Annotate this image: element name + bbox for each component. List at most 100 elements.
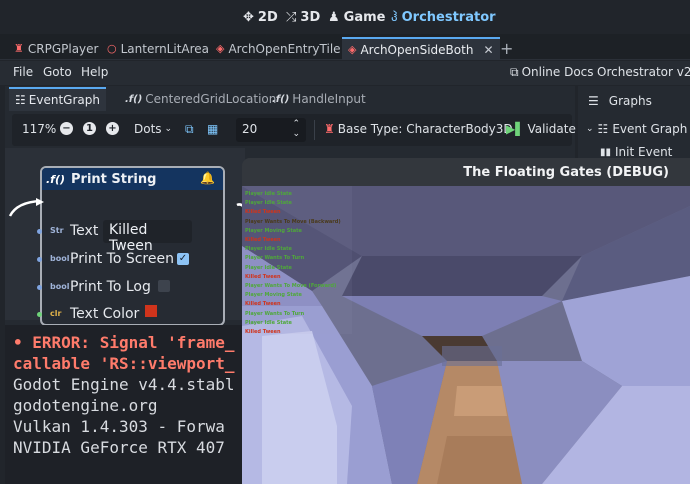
grid-toggle-icon[interactable]: ▦ [207, 122, 218, 136]
game-viewport[interactable] [242, 186, 690, 484]
floor-tile-light [454, 386, 507, 416]
menu-goto[interactable]: Goto [43, 65, 72, 79]
debug-line: Killed Tween [245, 273, 281, 280]
print-to-screen-checkbox[interactable]: ✓ [177, 253, 189, 265]
reset-icon: 1 [83, 122, 96, 135]
color-type-icon: clr [50, 309, 62, 318]
orchestrator-icon: ჰ [391, 9, 398, 25]
3d-icon: ⤮ [286, 9, 297, 25]
version-label: Orchestrator v2.2 [597, 65, 690, 79]
plus-icon: + [106, 122, 119, 135]
debug-line: Player Idle State [245, 200, 292, 207]
scene-tab-lanternlitarea[interactable]: ○ LanternLitArea [101, 37, 215, 60]
node-3d-icon: ○ [107, 42, 117, 55]
menu-file[interactable]: File [13, 65, 33, 79]
scene-tab-label: ArchOpenSideBoth [360, 42, 474, 57]
debug-line: Player Wants To Move (Forward) [245, 283, 337, 289]
bool-type-icon: bool [50, 254, 70, 263]
scene-tab-archopenentrytile[interactable]: ◈ ArchOpenEntryTile [210, 37, 347, 60]
print-to-screen-label: Print To Screen [70, 251, 174, 267]
workspace-2d-button[interactable]: ✥ 2D [243, 8, 278, 26]
online-docs-label: Online Docs [521, 65, 594, 79]
scene-tab-label: ArchOpenEntryTile [228, 41, 341, 56]
function-icon: .f() [46, 172, 66, 186]
exec-in-port[interactable] [34, 196, 46, 208]
snap-distance-spinbox[interactable]: 20 ⌃ ⌄ [236, 118, 306, 142]
add-tab-button[interactable]: + [494, 37, 519, 60]
debug-line: Player Idle State [245, 191, 292, 197]
workspace-label: 3D [300, 9, 321, 25]
base-type-label: Base Type: CharacterBody3D [337, 122, 513, 136]
text-color-port-dot[interactable] [37, 312, 42, 317]
menu-bar: File Goto Help ⧉ Online Docs Orchestrato… [0, 61, 690, 85]
2d-icon: ✥ [243, 9, 254, 25]
tree-item-label: Event Graph [612, 122, 688, 136]
menu-help[interactable]: Help [81, 65, 108, 79]
chevron-down-icon: ⌄ [586, 124, 594, 134]
graphs-tab[interactable]: ☰ Graphs [588, 94, 652, 108]
tree-item-init-event[interactable]: ▮▮ Init Event [600, 145, 672, 159]
snap-toggle-icon[interactable]: ⧉ [185, 122, 194, 137]
scene-tab-archopensideboth[interactable]: ◈ ArchOpenSideBoth ✕ [342, 37, 500, 60]
log-line: Godot Engine v4.4.stabl [13, 375, 235, 394]
snap-distance-value: 20 [242, 122, 258, 136]
tab-eventgraph[interactable]: ☷ EventGraph [9, 87, 106, 111]
print-to-log-label: Print To Log [70, 279, 151, 295]
event-icon: ▮▮ [600, 146, 612, 158]
graph-tab-label: CenteredGridLocation [145, 92, 277, 106]
debug-line: Killed Tween [245, 237, 281, 243]
workspace-3d-button[interactable]: ⤮ 3D [286, 8, 320, 26]
floor-tile-dark [437, 436, 527, 484]
scene-tab-crpgplayer[interactable]: ♜ CRPGPlayer [8, 37, 104, 60]
text-value-field[interactable]: Killed Tween [103, 220, 192, 254]
text-port-dot[interactable] [37, 229, 42, 234]
debug-line: Killed Tween [245, 329, 281, 335]
print-to-screen-port-dot[interactable] [37, 257, 42, 262]
tab-handleinput[interactable]: .f() HandleInput [272, 87, 366, 111]
online-docs-button[interactable]: ⧉ Online Docs [510, 65, 594, 80]
string-type-icon: Str [50, 226, 64, 235]
validate-button[interactable]: ▶▌ Validate [506, 122, 576, 136]
log-line: Vulkan 1.4.303 - Forwa [13, 417, 225, 436]
graph-toolbar: 117% − 1 + Dots ⌄ ⧉ ▦ 20 ⌃ ⌄ ♜ Base Type:… [12, 114, 576, 146]
workspace-label: Orchestrator [401, 9, 496, 25]
tree-item-event-graph[interactable]: ⌄ ☷ Event Graph [586, 122, 687, 136]
game-window-titlebar[interactable]: The Floating Gates (DEBUG) [242, 158, 690, 186]
scene-tab-bar: ♜ CRPGPlayer ○ LanternLitArea ◈ ArchOpen… [0, 34, 690, 60]
debug-line: Player Idle State [245, 246, 292, 253]
graph-tab-label: EventGraph [28, 93, 100, 107]
base-type-button[interactable]: ♜ Base Type: CharacterBody3D [324, 122, 513, 136]
node-header[interactable]: .f() Print String 🔔 [42, 168, 223, 190]
workspace-game-button[interactable]: ♟ Game [328, 8, 385, 26]
tab-centeredgridlocation[interactable]: .f() CenteredGridLocation [125, 87, 276, 111]
grid-pattern-select[interactable]: Dots ⌄ [134, 122, 172, 136]
log-line: callable 'RS::viewport_ [13, 354, 235, 373]
print-to-log-checkbox[interactable] [158, 280, 170, 292]
graph-icon: ☷ [597, 122, 609, 136]
workspace-label: Game [343, 9, 386, 25]
node-3d-icon: ◈ [348, 43, 357, 56]
debug-line: Player Wants To Turn [245, 310, 305, 317]
bell-icon[interactable]: 🔔 [200, 171, 215, 185]
validate-label: Validate [527, 122, 576, 136]
scene-tab-label: LanternLitArea [120, 41, 210, 56]
text-port-label: Text [70, 223, 99, 239]
minus-icon: − [60, 122, 73, 135]
debug-line: Player Idle State [245, 319, 292, 326]
zoom-out-button[interactable]: − [60, 122, 73, 135]
bool-type-icon: bool [50, 282, 70, 291]
node-title: Print String [71, 171, 157, 187]
text-color-swatch[interactable] [145, 305, 157, 317]
spin-arrows-icon[interactable]: ⌃ ⌄ [292, 119, 300, 139]
function-icon: .f() [125, 93, 143, 105]
debug-line: Player Wants To Move (Backward) [245, 218, 341, 225]
close-icon[interactable]: ✕ [483, 43, 493, 57]
workspace-label: 2D [257, 9, 278, 25]
debug-line: Killed Tween [245, 301, 281, 308]
print-to-log-port-dot[interactable] [37, 285, 42, 290]
workspace-bar: ✥ 2D ⤮ 3D ♟ Game ჰ Orchestrator [0, 0, 690, 34]
text-color-label: Text Color [70, 306, 140, 322]
zoom-in-button[interactable]: + [106, 122, 119, 135]
zoom-reset-button[interactable]: 1 [83, 122, 96, 135]
workspace-orchestrator-button[interactable]: ჰ Orchestrator [391, 8, 496, 26]
